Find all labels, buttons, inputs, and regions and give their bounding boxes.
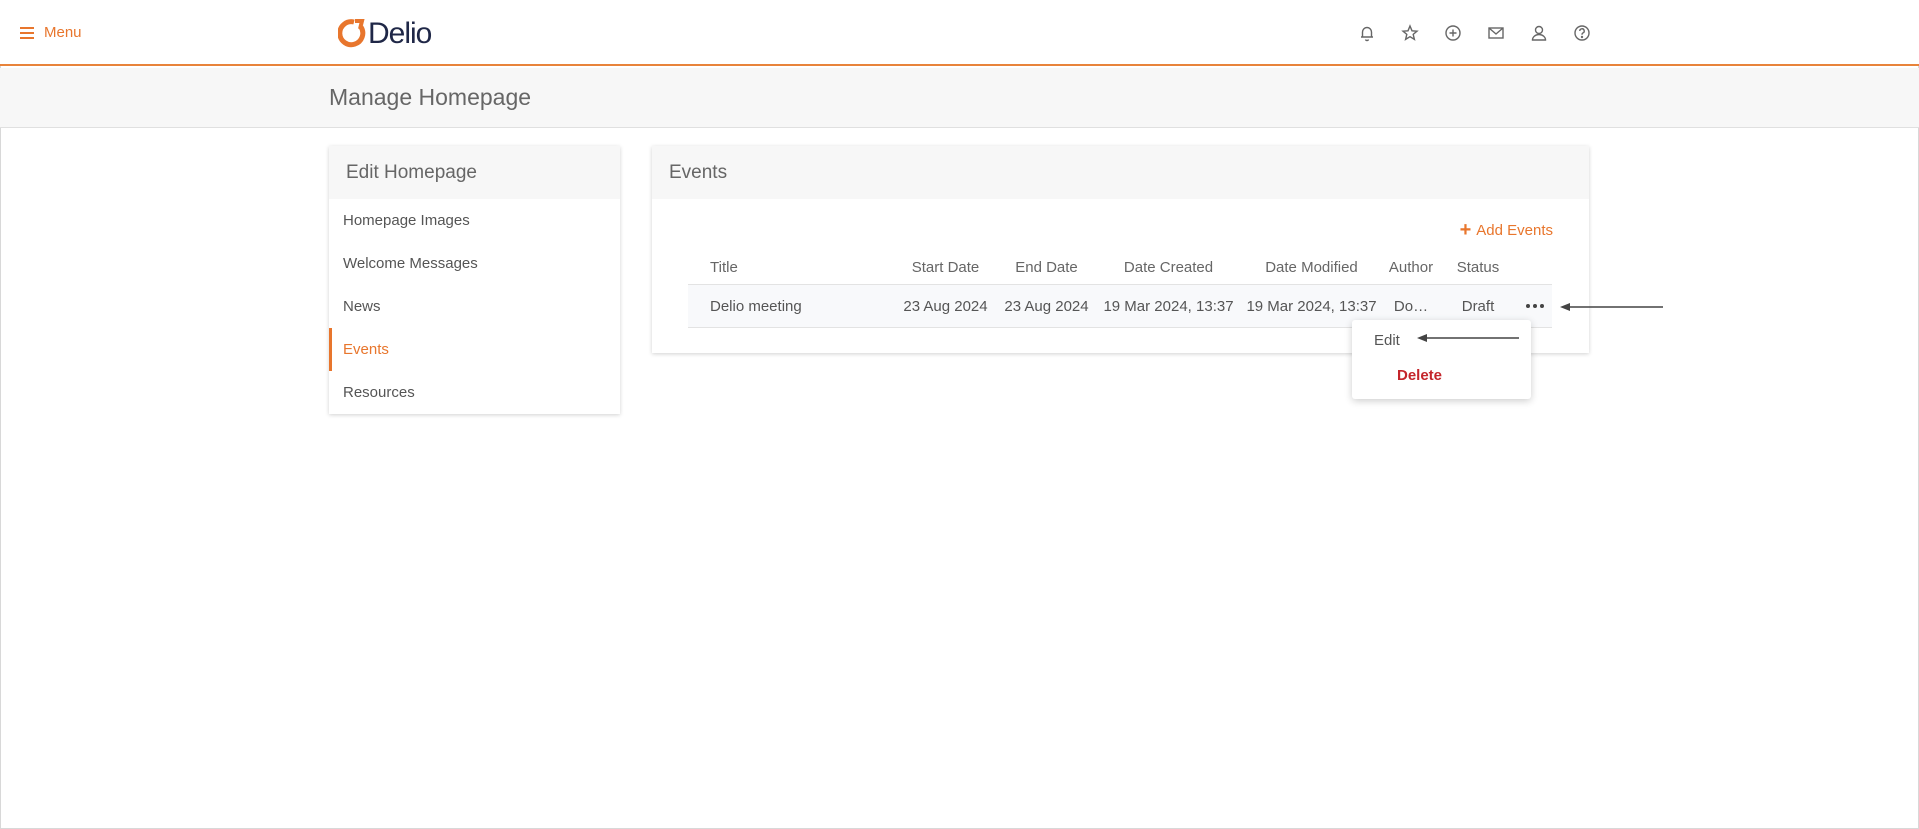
row-actions-button[interactable]: [1517, 304, 1552, 308]
add-events-button[interactable]: + Add Events: [1460, 220, 1553, 240]
hamburger-icon: [20, 26, 34, 39]
column-header-title[interactable]: Title: [688, 259, 895, 276]
sidebar-item-events[interactable]: Events: [329, 328, 620, 371]
create-button[interactable]: [1442, 22, 1464, 44]
edit-homepage-panel: Edit Homepage Homepage Images Welcome Me…: [329, 146, 620, 414]
sidebar-item-resources[interactable]: Resources: [329, 371, 620, 414]
notifications-button[interactable]: [1356, 22, 1378, 44]
cell-date-created: 19 Mar 2024, 13:37: [1103, 297, 1234, 315]
user-icon: [1531, 25, 1547, 41]
events-table: Title Start Date End Date Date Created D…: [688, 250, 1552, 328]
column-header-start-date[interactable]: Start Date: [895, 259, 996, 276]
cell-status: Draft: [1461, 297, 1495, 315]
logo-mark-icon: [338, 19, 366, 48]
top-bar: Menu Delio: [0, 0, 1919, 66]
page-header: Manage Homepage: [0, 68, 1919, 128]
column-header-author[interactable]: Author: [1383, 259, 1439, 276]
profile-button[interactable]: [1528, 22, 1550, 44]
add-events-label: Add Events: [1476, 221, 1553, 239]
cell-author: Do…: [1393, 297, 1429, 315]
table-header: Title Start Date End Date Date Created D…: [688, 250, 1552, 285]
logo-text: Delio: [368, 17, 432, 50]
cell-start-date: 23 Aug 2024: [903, 297, 988, 315]
column-header-date-created[interactable]: Date Created: [1097, 259, 1240, 276]
help-button[interactable]: [1571, 22, 1593, 44]
sidebar-item-homepage-images[interactable]: Homepage Images: [329, 199, 620, 242]
messages-button[interactable]: [1485, 22, 1507, 44]
cell-end-date: 23 Aug 2024: [1004, 297, 1089, 315]
sidebar-item-welcome-messages[interactable]: Welcome Messages: [329, 242, 620, 285]
plus-circle-icon: [1445, 25, 1461, 41]
cell-title[interactable]: Delio meeting: [688, 298, 895, 315]
menu-button[interactable]: Menu: [20, 24, 82, 41]
menu-label: Menu: [44, 24, 82, 41]
column-header-status[interactable]: Status: [1439, 259, 1517, 276]
menu-item-edit[interactable]: Edit: [1374, 332, 1400, 349]
help-icon: [1574, 25, 1590, 41]
mail-icon: [1488, 27, 1504, 39]
delio-logo[interactable]: Delio: [338, 17, 432, 50]
sidebar-nav: Homepage Images Welcome Messages News Ev…: [329, 199, 620, 414]
top-icon-bar: [1356, 22, 1593, 44]
arrow-annotation-edit: [1417, 334, 1519, 342]
events-heading: Events: [652, 146, 1589, 199]
page-title: Manage Homepage: [329, 84, 532, 110]
edit-homepage-heading: Edit Homepage: [329, 146, 620, 199]
sidebar-item-news[interactable]: News: [329, 285, 620, 328]
plus-icon: +: [1459, 219, 1472, 241]
bell-icon: [1361, 26, 1373, 42]
column-header-date-modified[interactable]: Date Modified: [1240, 259, 1383, 276]
star-icon: [1401, 24, 1419, 41]
column-header-end-date[interactable]: End Date: [996, 259, 1097, 276]
favorites-button[interactable]: [1399, 22, 1421, 44]
cell-date-modified: 19 Mar 2024, 13:37: [1246, 297, 1377, 315]
menu-item-delete[interactable]: Delete: [1397, 367, 1442, 384]
more-dots-icon: [1525, 304, 1544, 308]
arrow-annotation-actions: [1560, 303, 1663, 311]
